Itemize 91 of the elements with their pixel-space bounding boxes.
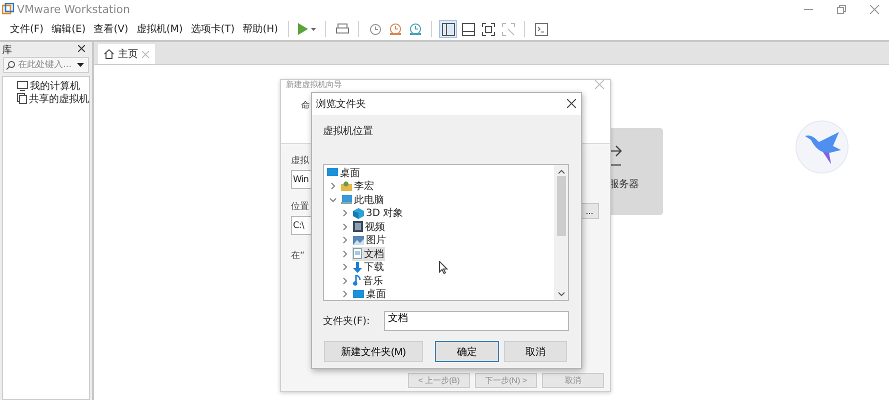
- folder-tree-item[interactable]: 下载: [352, 260, 385, 274]
- menu-item[interactable]: 编辑(E): [48, 22, 90, 36]
- terminal-icon: [534, 22, 548, 36]
- dialog-button[interactable]: 确定: [435, 341, 499, 362]
- name-field[interactable]: Win: [291, 170, 311, 189]
- chevron-down-icon[interactable]: [329, 196, 337, 204]
- fullscreen-icon: [482, 22, 495, 36]
- desktop-icon: [353, 290, 364, 299]
- caret-icon: [311, 28, 316, 30]
- location-field[interactable]: C:\: [291, 216, 311, 235]
- panel-title: 库: [2, 44, 12, 56]
- toolbar-button[interactable]: [296, 20, 318, 38]
- field-label: 文件夹(F):: [323, 314, 371, 328]
- download-arrow-icon: [353, 262, 362, 273]
- window-title: VMware Workstation: [17, 2, 132, 16]
- stacked-windows-icon: [17, 93, 27, 104]
- folder-tree-item[interactable]: 视频: [352, 220, 386, 234]
- panel-layout-icon: [462, 22, 475, 36]
- folder-tree-item[interactable]: 音乐: [352, 274, 384, 288]
- cube-icon: [353, 208, 364, 219]
- music-note-icon: [353, 275, 361, 286]
- toolbar-button[interactable]: [459, 20, 478, 38]
- user-folder-icon: [341, 181, 352, 192]
- field-label: 虚拟: [291, 154, 309, 167]
- toolbar-button[interactable]: [532, 20, 550, 38]
- folder-tree-item[interactable]: 文档: [352, 246, 385, 261]
- app-logo-icon: [2, 3, 14, 15]
- library-item[interactable]: 共享的虚拟机: [29, 92, 89, 106]
- monitor-icon: [17, 80, 28, 90]
- dialog-button[interactable]: 取消: [504, 341, 567, 362]
- library-item[interactable]: 我的计算机: [30, 78, 80, 92]
- window-icon: [502, 22, 515, 36]
- folder-tree-item[interactable]: 此电脑: [340, 192, 385, 207]
- toolbar-button[interactable]: [439, 20, 458, 38]
- arrow-icon: [609, 145, 623, 167]
- restore-icon: [836, 4, 846, 14]
- chevron-right-icon[interactable]: [329, 182, 337, 190]
- chevron-right-icon[interactable]: [341, 222, 349, 231]
- scroll-down-icon[interactable]: [558, 292, 564, 297]
- scrollbar[interactable]: [554, 165, 568, 300]
- folder-tree-item[interactable]: 桌面: [326, 166, 361, 180]
- hint-text: 在“: [291, 250, 305, 262]
- chevron-right-icon[interactable]: [341, 263, 349, 272]
- dialog-title: 新建虚拟机向导: [286, 80, 342, 90]
- dialog-prompt: 虚拟机位置: [323, 124, 374, 138]
- computer-icon: [341, 194, 352, 205]
- dropdown-arrow-icon: [77, 63, 84, 67]
- clock-icon: [368, 22, 382, 36]
- menu-item[interactable]: 文件(F): [6, 22, 48, 36]
- mouse-pointer-icon: [439, 261, 448, 274]
- folder-tree-item[interactable]: 3D 对象: [352, 206, 404, 220]
- bird-logo: [795, 120, 849, 174]
- toolbar-button[interactable]: [479, 20, 498, 38]
- close-button[interactable]: [78, 44, 88, 54]
- scroll-up-icon[interactable]: [558, 169, 564, 174]
- clock-icon: [408, 22, 422, 36]
- close-tab-icon: [142, 50, 149, 58]
- menu-item[interactable]: 查看(V): [90, 22, 132, 36]
- clock-icon: [388, 22, 402, 36]
- dialog-title: 浏览文件夹: [316, 98, 366, 111]
- field-label: 位置: [291, 200, 309, 213]
- minimize-icon: [804, 8, 812, 10]
- close-icon: [567, 99, 576, 108]
- home-icon: [104, 49, 114, 59]
- sidebar-layout-icon: [442, 22, 455, 36]
- folder-field[interactable]: 文档: [384, 311, 569, 331]
- close-icon: [78, 44, 85, 52]
- folder-tree-item[interactable]: 图片: [352, 233, 387, 248]
- film-icon: [353, 221, 363, 232]
- menu-item[interactable]: 虚拟机(M): [132, 22, 187, 36]
- image-icon: [353, 236, 364, 245]
- menu-item[interactable]: 帮助(H): [238, 22, 282, 36]
- chevron-right-icon[interactable]: [341, 236, 349, 244]
- play-icon: [298, 23, 308, 35]
- folder-tree-item[interactable]: 李宏: [340, 179, 375, 194]
- close-icon: [870, 4, 878, 14]
- folder-tree-item[interactable]: 桌面: [352, 287, 387, 300]
- close-icon: [595, 80, 604, 89]
- close-button[interactable]: [567, 99, 577, 109]
- tab[interactable]: 主页: [98, 44, 155, 64]
- keyboard-icon: [336, 23, 349, 35]
- desktop-icon: [327, 168, 338, 178]
- document-icon: [353, 248, 362, 260]
- chevron-right-icon[interactable]: [341, 250, 349, 258]
- dialog-heading: 命: [300, 100, 310, 112]
- dialog-button[interactable]: 新建文件夹(M): [324, 341, 423, 362]
- chevron-right-icon[interactable]: [341, 276, 349, 285]
- chevron-right-icon[interactable]: [341, 290, 349, 298]
- menu-item[interactable]: 选项卡(T): [186, 22, 239, 36]
- chevron-right-icon[interactable]: [341, 209, 349, 218]
- search-icon: [6, 60, 15, 70]
